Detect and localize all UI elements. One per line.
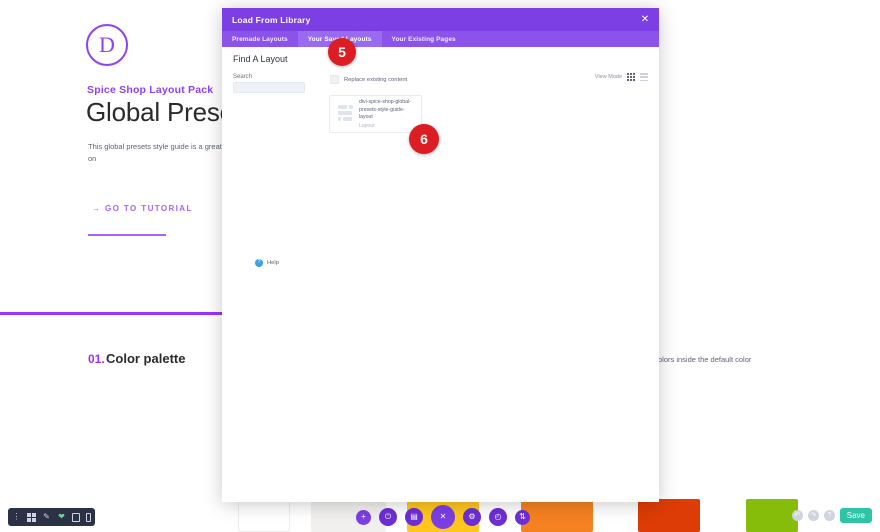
history-clock-icon[interactable]: ◴ (489, 508, 507, 526)
section-divider (0, 312, 222, 315)
view-mode-control[interactable]: View Mode (595, 73, 648, 81)
help-icon: ? (255, 259, 263, 267)
tab-your-existing-pages[interactable]: Your Existing Pages (382, 31, 466, 47)
save-button[interactable]: Save (839, 508, 872, 523)
saved-layout-card[interactable]: divi-spice-shop-global-presets-style-gui… (329, 95, 422, 133)
load-from-library-modal: Load From Library ✕ Premade Layouts Your… (222, 8, 659, 502)
section-title: Color palette (106, 351, 186, 366)
layout-card-name: divi-spice-shop-global-presets-style-gui… (359, 99, 411, 121)
save-disk-icon[interactable]: ▤ (405, 508, 423, 526)
modal-title: Load From Library (232, 14, 311, 25)
builder-action-bar[interactable]: + ⏻ ▤ ✕ ⚙ ◴ ⇅ (356, 505, 530, 529)
layout-card-meta: divi-spice-shop-global-presets-style-gui… (359, 99, 417, 129)
section-description: olors inside the default color (658, 355, 752, 364)
redo-icon[interactable]: ↷ (807, 510, 819, 521)
close-icon[interactable]: ✕ (638, 13, 652, 27)
replace-existing-content-row[interactable]: Replace existing content (330, 75, 407, 84)
help-label: Help (267, 260, 279, 266)
search-input[interactable] (233, 82, 305, 93)
section-number: 01. (88, 352, 105, 366)
wrench-icon[interactable]: ✎ (42, 513, 51, 522)
page-eyebrow: Spice Shop Layout Pack (87, 84, 214, 96)
layout-thumbnail-icon (338, 105, 353, 123)
color-swatch (638, 499, 700, 532)
logo-letter: D (99, 32, 115, 57)
desktop-icon[interactable] (72, 512, 80, 522)
cta-underline-divider (88, 234, 166, 236)
help-icon[interactable]: ? (823, 510, 835, 521)
close-x-icon[interactable]: ✕ (431, 505, 455, 529)
settings-gear-icon[interactable]: ⚙ (463, 508, 481, 526)
mobile-icon[interactable] (86, 512, 91, 522)
plus-icon[interactable]: + (356, 509, 371, 525)
step-badge-6: 6 (409, 124, 439, 154)
search-label: Search (233, 74, 253, 80)
go-to-tutorial-link[interactable]: → GO TO TUTORIAL (92, 204, 193, 213)
screen-root: D Spice Shop Layout Pack Global Presets … (0, 0, 880, 532)
power-icon[interactable]: ⏻ (379, 508, 397, 526)
color-swatch (521, 499, 593, 532)
view-mode-label: View Mode (594, 74, 622, 80)
builder-mini-toolbar[interactable]: ⋮ ✎ ❤ (8, 508, 95, 526)
more-vertical-icon[interactable]: ⋮ (12, 513, 21, 522)
replace-existing-content-label: Replace existing content (344, 76, 408, 83)
tab-premade-layouts[interactable]: Premade Layouts (222, 31, 298, 47)
replace-existing-content-checkbox[interactable] (330, 75, 339, 84)
help-button[interactable]: ? Help (255, 259, 279, 267)
layout-card-type: Layout (359, 122, 375, 129)
divi-logo-icon: D (86, 24, 128, 66)
list-view-icon[interactable] (640, 73, 648, 81)
step-badge-5: 5 (328, 38, 356, 66)
builder-right-controls[interactable]: ↶ ↷ ? Save (791, 508, 872, 523)
updown-arrows-icon[interactable]: ⇅ (515, 509, 530, 525)
divi-leaf-icon[interactable]: ❤ (57, 513, 66, 522)
find-a-layout-heading: Find A Layout (233, 54, 288, 64)
modal-body: Find A Layout Search View Mode Replace e… (222, 47, 659, 502)
undo-icon[interactable]: ↶ (791, 510, 803, 521)
color-swatch (746, 499, 798, 532)
color-swatch (238, 499, 290, 532)
modal-tab-bar[interactable]: Premade Layouts Your Saved Layouts Your … (222, 31, 659, 47)
grid-view-icon[interactable] (627, 73, 635, 81)
modal-header: Load From Library ✕ (222, 8, 659, 31)
grid-icon[interactable] (27, 512, 36, 522)
